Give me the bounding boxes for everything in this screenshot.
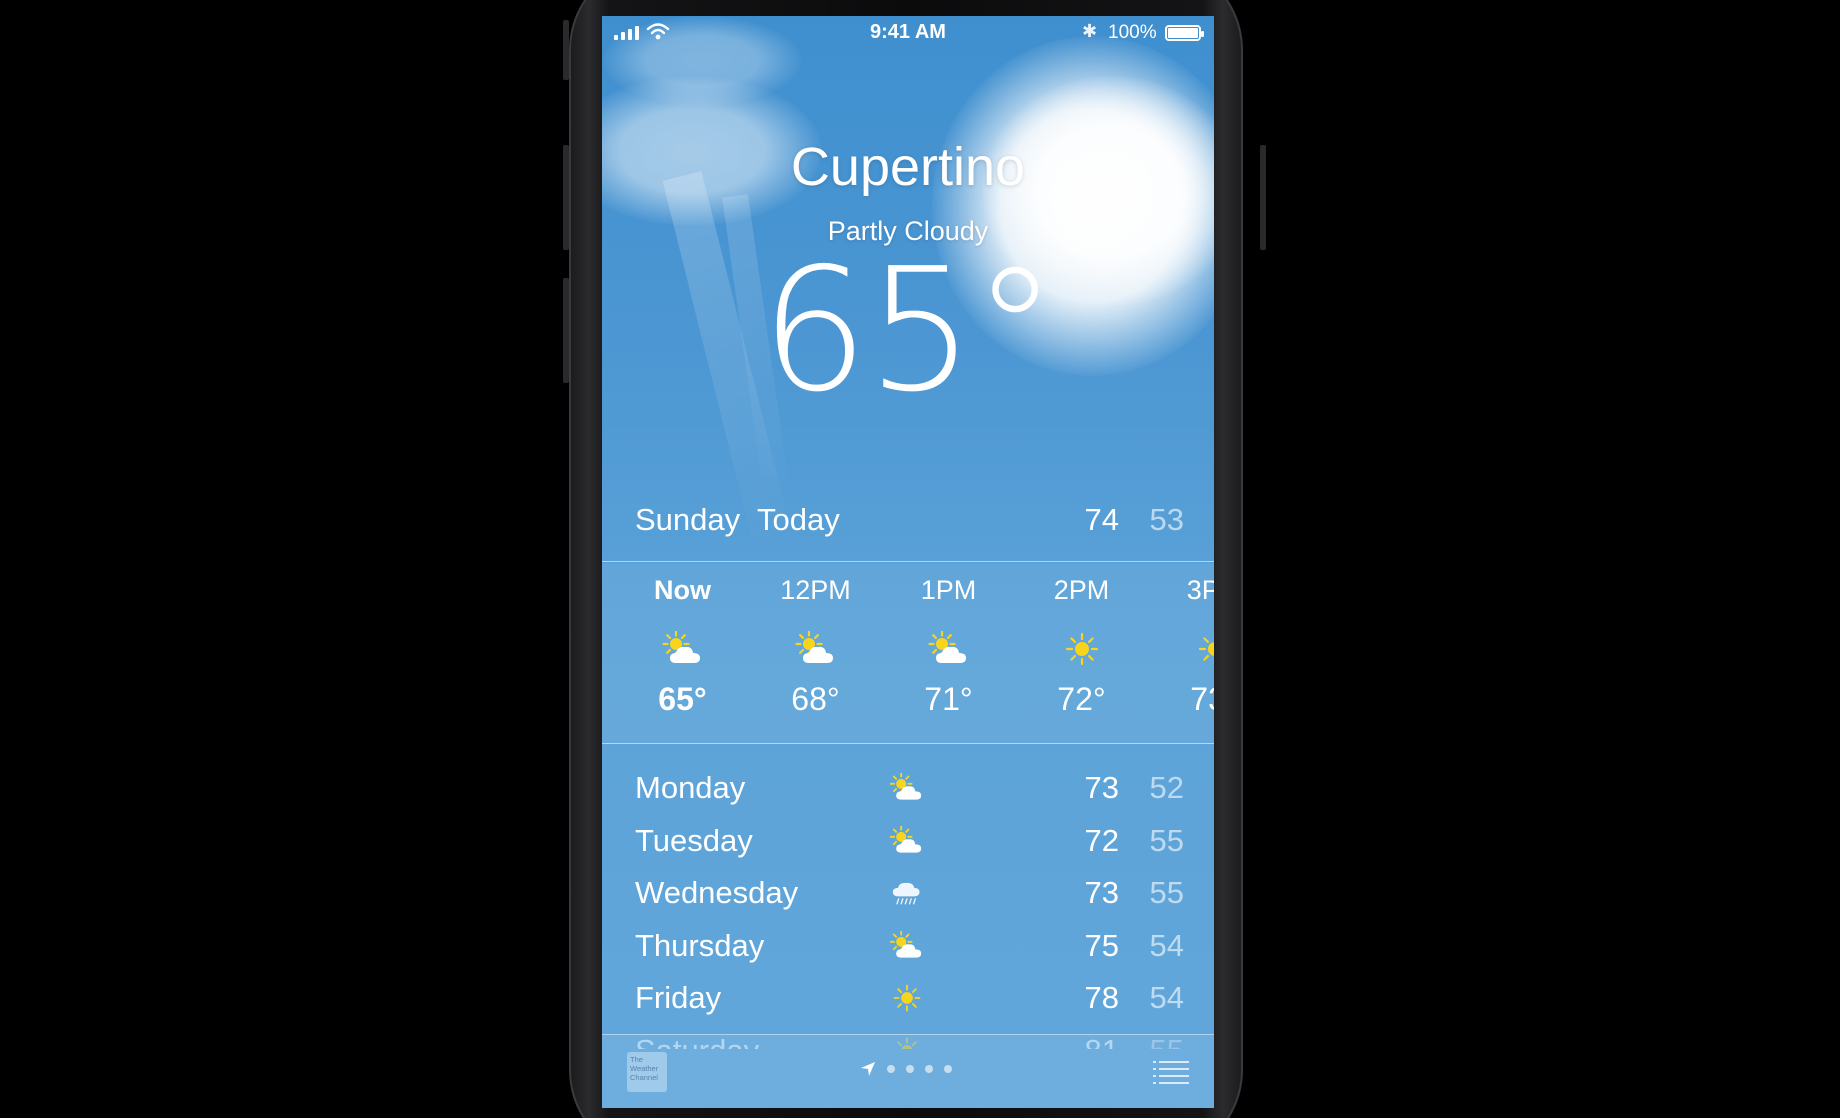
battery-icon [1165,25,1204,41]
daily-high: 75 [1084,927,1119,963]
daily-icon-wrap [889,930,925,961]
volume-up-button [563,145,569,250]
sun-icon [893,984,921,1012]
hourly-forecast-strip[interactable]: Now 65° 12PM 68° 1PM 71° 2PM 72° 3PM 73° [602,563,1214,743]
partly-cloudy-icon [662,630,700,663]
hourly-time: 12PM [780,575,851,605]
daily-high: 73 [1084,770,1119,805]
partly-cloudy-icon [795,630,833,663]
today-label: Today [757,502,840,537]
hourly-temp: 71° [924,681,973,717]
sun-icon [1198,633,1214,665]
hourly-icon-wrap [662,630,704,667]
rain-icon [892,882,920,905]
divider [602,743,1214,744]
hourly-icon-wrap [928,630,970,667]
page-dot[interactable] [944,1065,952,1073]
daily-row: Thursday 75 54 [602,919,1214,971]
daily-day: Friday [635,980,722,1015]
divider [602,561,1214,562]
partly-cloudy-icon [889,930,922,958]
daily-day: Wednesday [635,875,799,910]
hourly-time: 2PM [1053,575,1110,605]
partly-cloudy-icon [889,825,922,853]
hourly-icon-wrap [1061,631,1103,667]
daily-icon-wrap [889,825,925,856]
daily-day: Tuesday [635,822,753,858]
partly-cloudy-icon [889,772,922,800]
volume-down-button [563,278,569,383]
hourly-temp: 68° [791,681,840,717]
weather-channel-logo[interactable]: The Weather Channel [627,1052,667,1092]
hourly-time: 3PM [1186,575,1214,605]
bottom-toolbar: The Weather Channel [602,1034,1214,1108]
today-day: Sunday [635,502,741,537]
page-indicator[interactable] [860,1061,952,1077]
daily-low: 55 [1149,822,1184,858]
daily-low: 52 [1149,770,1184,805]
hourly-temp: 72° [1057,681,1106,717]
today-low: 53 [1149,502,1184,537]
hourly-time: Now [654,575,711,605]
page-dot[interactable] [887,1065,895,1073]
status-bar: 9:41 AM ✱ 100% [602,16,1214,50]
page-dot[interactable] [925,1065,933,1073]
current-temperature: 65° [760,232,1057,430]
daily-high: 72 [1084,822,1119,858]
daily-icon-wrap [889,772,925,803]
hourly-time: 1PM [920,575,977,605]
power-button [1260,145,1266,250]
hourly-icon-wrap [1194,631,1214,667]
battery-percent: 100% [1108,22,1157,43]
daily-day: Thursday [635,927,765,963]
mute-switch [563,20,569,80]
daily-row: Monday 73 52 [602,761,1214,813]
partly-cloudy-icon [928,630,966,663]
today-high: 74 [1084,502,1119,537]
daily-day: Monday [635,770,746,805]
daily-icon-wrap [889,983,925,1013]
hourly-icon-wrap [795,630,837,667]
stage: 9:41 AM ✱ 100% Cupertino Partly Cloudy 6… [0,0,1840,1118]
bluetooth-icon: ✱ [1082,21,1098,41]
city-name: Cupertino [790,137,1026,197]
sun-icon [1065,632,1099,666]
hourly-temp: 65° [658,681,707,717]
daily-row: Friday 78 54 [602,971,1214,1023]
daily-high: 73 [1084,875,1119,910]
page-dot[interactable] [906,1065,914,1073]
daily-low: 54 [1149,980,1184,1015]
today-summary-row: Sunday Today 74 53 [602,502,1214,542]
daily-row: Tuesday 72 55 [602,814,1214,866]
daily-row: Wednesday 73 55 [602,866,1214,918]
hourly-temp: 73° [1190,681,1214,717]
weather-screen: 9:41 AM ✱ 100% Cupertino Partly Cloudy 6… [602,16,1214,1108]
city-list-icon[interactable] [1153,1060,1189,1084]
daily-icon-wrap [889,878,925,908]
daily-low: 55 [1149,875,1184,910]
daily-high: 78 [1084,980,1119,1015]
daily-forecast-list[interactable]: Monday 73 52 Tuesday 72 55 Wednesday 73 55 Thursd… [602,761,1214,1049]
location-arrow-icon [861,1062,875,1076]
daily-low: 54 [1149,927,1184,963]
